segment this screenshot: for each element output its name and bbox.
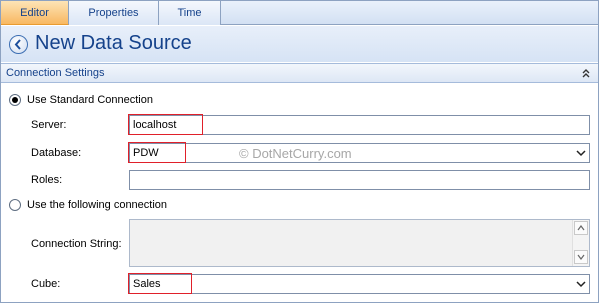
caret-down-icon [577,254,585,260]
roles-label: Roles: [31,174,63,186]
tab-properties[interactable]: Properties [69,1,159,25]
scroll-up-button[interactable] [574,221,588,235]
server-label: Server: [31,119,67,131]
server-value: localhost [133,119,177,131]
connection-string-scrollbar[interactable] [572,220,589,266]
page-header: New Data Source [1,26,598,62]
standard-connection-label[interactable]: Use Standard Connection [27,94,153,106]
tab-editor[interactable]: Editor [1,1,69,25]
collapse-button[interactable] [580,67,592,79]
double-chevron-up-icon [582,69,590,78]
following-connection-label[interactable]: Use the following connection [27,199,167,211]
chevron-down-icon [576,281,586,288]
cube-value: Sales [133,278,161,290]
page-title: New Data Source [35,32,192,54]
connection-settings-header[interactable]: Connection Settings [1,63,598,83]
back-arrow-icon [14,39,21,50]
connection-string-label: Connection String: [31,238,122,250]
tab-bar: Editor Properties Time [1,1,598,25]
data-source-editor: Editor Properties Time New Data Source C… [0,0,599,303]
database-combobox[interactable]: PDW [129,143,590,163]
section-title: Connection Settings [6,67,105,79]
database-dropdown-button[interactable] [575,147,587,159]
standard-connection-radio[interactable] [9,94,21,106]
tab-time[interactable]: Time [159,1,221,25]
database-label: Database: [31,147,82,159]
scroll-down-button[interactable] [574,250,588,264]
caret-up-icon [577,225,585,231]
cube-label: Cube: [31,278,61,290]
database-value: PDW [133,147,159,159]
cube-combobox[interactable]: Sales [129,274,590,294]
back-button[interactable] [9,35,28,54]
cube-dropdown-button[interactable] [575,278,587,290]
roles-input[interactable] [129,170,590,190]
following-connection-radio[interactable] [9,199,21,211]
server-input[interactable]: localhost [129,115,590,135]
connection-string-textarea[interactable] [129,219,590,267]
watermark: © DotNetCurry.com [239,146,352,161]
chevron-down-icon [576,150,586,157]
